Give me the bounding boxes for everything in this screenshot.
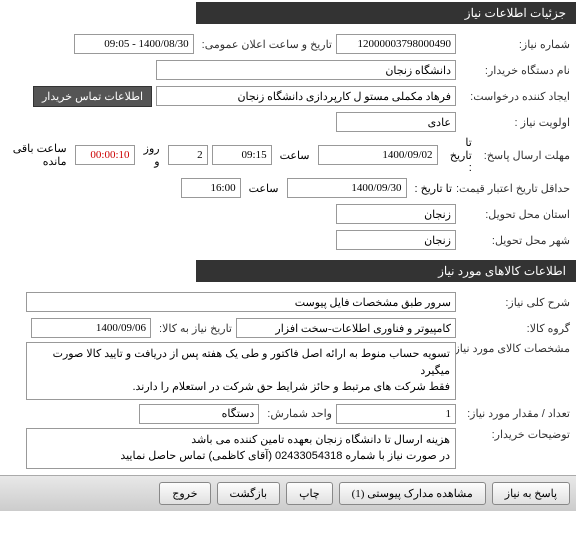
notes-label: توضیحات خریدار:	[460, 428, 570, 441]
notes-field: هزینه ارسال تا دانشگاه زنجان بعهده تامین…	[26, 428, 456, 469]
unit-label: واحد شمارش:	[263, 407, 332, 420]
to-date-label: تا تاریخ :	[442, 136, 476, 174]
days-label: روز و	[139, 142, 164, 168]
province-field	[336, 204, 456, 224]
buyer-contact-button[interactable]: اطلاعات تماس خریدار	[33, 86, 152, 107]
min-valid-time-field	[181, 178, 241, 198]
public-announce-field	[74, 34, 194, 54]
need-details-block: شماره نیاز: تاریخ و ساعت اعلان عمومی: نا…	[0, 26, 576, 258]
desc-field	[26, 292, 456, 312]
remaining-label: ساعت باقی مانده	[6, 142, 71, 168]
buyer-field	[156, 60, 456, 80]
back-button[interactable]: بازگشت	[217, 482, 281, 505]
section-header-need-details: جزئیات اطلاعات نیاز	[196, 2, 576, 24]
priority-label: اولویت نیاز :	[460, 116, 570, 129]
spec-field: تسویه حساب منوط به ارائه اصل فاکتور و طی…	[26, 342, 456, 400]
qty-field	[336, 404, 456, 424]
public-announce-label: تاریخ و ساعت اعلان عمومی:	[198, 38, 332, 51]
section1-title: جزئیات اطلاعات نیاز	[465, 6, 566, 20]
section2-title: اطلاعات کالاهای مورد نیاز	[438, 264, 566, 278]
min-valid-date-field	[287, 178, 407, 198]
city-label: شهر محل تحویل:	[460, 234, 570, 247]
respond-button[interactable]: پاسخ به نیاز	[492, 482, 570, 505]
buyer-label: نام دستگاه خریدار:	[460, 64, 570, 77]
deadline-time-field	[212, 145, 272, 165]
need-no-label: شماره نیاز:	[460, 38, 570, 51]
city-field	[336, 230, 456, 250]
days-left-field	[168, 145, 208, 165]
min-valid-label: حداقل تاریخ اعتبار قیمت:	[460, 182, 570, 195]
desc-label: شرح کلی نیاز:	[460, 296, 570, 309]
requester-label: ایجاد کننده درخواست:	[460, 90, 570, 103]
qty-label: تعداد / مقدار مورد نیاز:	[460, 407, 570, 420]
exit-button[interactable]: خروج	[159, 482, 210, 505]
spec-label: مشخصات کالای مورد نیاز:	[460, 342, 570, 355]
time-label-1: ساعت	[276, 149, 314, 162]
countdown-field	[75, 145, 135, 165]
time-label-2: ساعت	[245, 182, 283, 195]
need-date-field	[31, 318, 151, 338]
footer-toolbar: پاسخ به نیاز مشاهده مدارک پیوستی (1) چاپ…	[0, 475, 576, 511]
goods-info-block: شرح کلی نیاز: گروه کالا: تاریخ نیاز به ک…	[0, 284, 576, 475]
deadline-label: مهلت ارسال پاسخ:	[480, 149, 570, 162]
deadline-date-field	[318, 145, 438, 165]
requester-field	[156, 86, 456, 106]
group-label: گروه کالا:	[460, 322, 570, 335]
attachments-button[interactable]: مشاهده مدارک پیوستی (1)	[339, 482, 486, 505]
section-header-goods-info: اطلاعات کالاهای مورد نیاز	[196, 260, 576, 282]
group-field	[236, 318, 456, 338]
priority-field	[336, 112, 456, 132]
unit-field	[139, 404, 259, 424]
need-date-label: تاریخ نیاز به کالا:	[155, 322, 232, 335]
need-no-field	[336, 34, 456, 54]
province-label: استان محل تحویل:	[460, 208, 570, 221]
print-button[interactable]: چاپ	[286, 482, 333, 505]
to-date-label-2: تا تاریخ :	[411, 182, 456, 195]
